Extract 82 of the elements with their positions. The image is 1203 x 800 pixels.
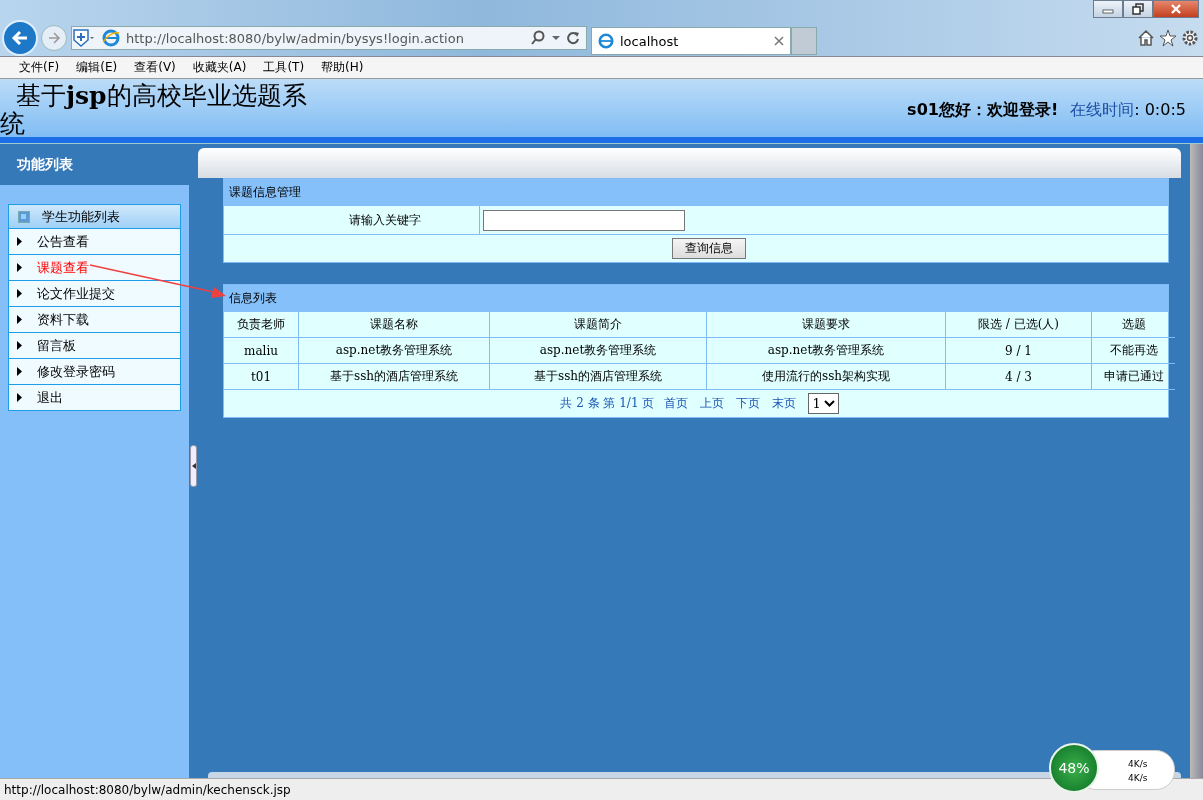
forward-arrow-icon (47, 31, 61, 45)
column-header: 限选 / 已选(人) (945, 312, 1092, 338)
minimize-button[interactable] (1093, 0, 1123, 18)
keyword-input[interactable] (483, 209, 685, 231)
browser-tab[interactable]: localhost (591, 27, 791, 55)
table-cell: 基于ssh的酒店管理系统 (298, 363, 490, 390)
upload-speed: 4K/s (1128, 759, 1148, 769)
panel-title: 信息列表 (224, 285, 1168, 312)
menu-item[interactable]: 文件(F) (19, 59, 60, 76)
search-button[interactable]: 查询信息 (672, 238, 746, 259)
menu-item[interactable]: 收藏夹(A) (192, 59, 247, 76)
triangle-icon (17, 341, 23, 350)
back-arrow-icon (10, 28, 30, 48)
close-icon (1170, 3, 1182, 15)
column-header: 选题 (1091, 312, 1175, 338)
sidebar-item[interactable]: 论文作业提交 (9, 281, 180, 307)
column-header: 课题简介 (489, 312, 707, 338)
triangle-icon (17, 263, 23, 272)
sidebar-item[interactable]: 资料下载 (9, 307, 180, 333)
menu-item[interactable]: 编辑(E) (76, 59, 118, 76)
table-cell: 9 / 1 (945, 337, 1092, 364)
sidebar-item[interactable]: 修改登录密码 (9, 359, 180, 385)
address-bar[interactable]: http://localhost:8080/bylw/admin/bysys!login.action (71, 26, 587, 50)
keyword-label: 请输入关键字 (224, 206, 480, 234)
page-link[interactable]: 末页 (772, 396, 797, 410)
table-cell: asp.net教务管理系统 (706, 337, 946, 364)
chevron-down-icon (823, 400, 835, 407)
table-cell: 基于ssh的酒店管理系统 (489, 363, 707, 390)
site-title: 基于jsp的高校毕业选题系统 (0, 82, 308, 138)
triangle-icon (17, 289, 23, 298)
page-link[interactable]: 上页 (700, 396, 725, 410)
browser-logo-icon (102, 29, 120, 47)
restore-icon (1132, 3, 1144, 15)
triangle-icon (17, 315, 23, 324)
menu-item[interactable]: 查看(V) (134, 59, 176, 76)
sidebar-item[interactable]: 退出 (9, 385, 180, 410)
sidebar-item[interactable]: 课题查看 (9, 255, 180, 281)
refresh-icon (566, 31, 580, 45)
caret-icon (552, 35, 560, 41)
settings-icon[interactable] (1181, 29, 1199, 47)
triangle-icon (191, 463, 196, 469)
back-button[interactable] (2, 20, 38, 56)
close-button[interactable] (1153, 0, 1199, 18)
sidebar-item[interactable]: 公告查看 (9, 229, 180, 255)
panel-title: 课题信息管理 (224, 179, 1168, 206)
collapse-handle[interactable] (190, 445, 197, 487)
shield-icon (72, 28, 96, 48)
menu-group-header: 学生功能列表 (9, 205, 180, 229)
online-time-value: : 0:0:5 (1134, 100, 1186, 119)
percent-ball: 48% (1049, 743, 1099, 793)
sidebar-item[interactable]: 留言板 (9, 333, 180, 359)
search-icon (530, 30, 546, 46)
star-icon[interactable] (1159, 29, 1177, 47)
url-text: http://localhost:8080/bylw/admin/bysys!login.action (126, 30, 465, 46)
home-icon[interactable] (1137, 29, 1155, 47)
table-cell: asp.net教务管理系统 (489, 337, 707, 364)
download-speed: 4K/s (1128, 773, 1148, 783)
table-cell: t01 (224, 363, 299, 390)
column-header: 课题名称 (298, 312, 490, 338)
table-cell: maliu (224, 337, 299, 364)
table-cell: 使用流行的ssh架构实现 (706, 363, 946, 390)
triangle-icon (17, 393, 23, 402)
menu-item[interactable]: 帮助(H) (321, 59, 364, 76)
close-icon[interactable] (774, 36, 784, 46)
menu-item[interactable]: 工具(T) (263, 59, 305, 76)
status-url: http://localhost:8080/bylw/admin/kechensck.jsp (4, 783, 291, 797)
triangle-icon (17, 367, 23, 376)
triangle-icon (17, 237, 23, 246)
page-summary: 共 2 条 第 1/1 页 (560, 396, 655, 410)
greeting-text: s01您好：欢迎登录! (907, 100, 1059, 119)
column-header: 负责老师 (224, 312, 299, 338)
sidebar-title: 功能列表 (0, 144, 189, 185)
square-icon (18, 210, 30, 223)
page-link[interactable]: 下页 (736, 396, 761, 410)
online-time-label: 在线时间 (1070, 100, 1135, 119)
browser-logo-icon (598, 33, 614, 49)
page-link[interactable]: 首页 (664, 396, 689, 410)
table-cell: asp.net教务管理系统 (298, 337, 490, 364)
column-header: 课题要求 (706, 312, 946, 338)
restore-button[interactable] (1123, 0, 1153, 18)
page-select[interactable]: 1 (808, 393, 839, 414)
table-cell: 4 / 3 (945, 363, 1092, 390)
